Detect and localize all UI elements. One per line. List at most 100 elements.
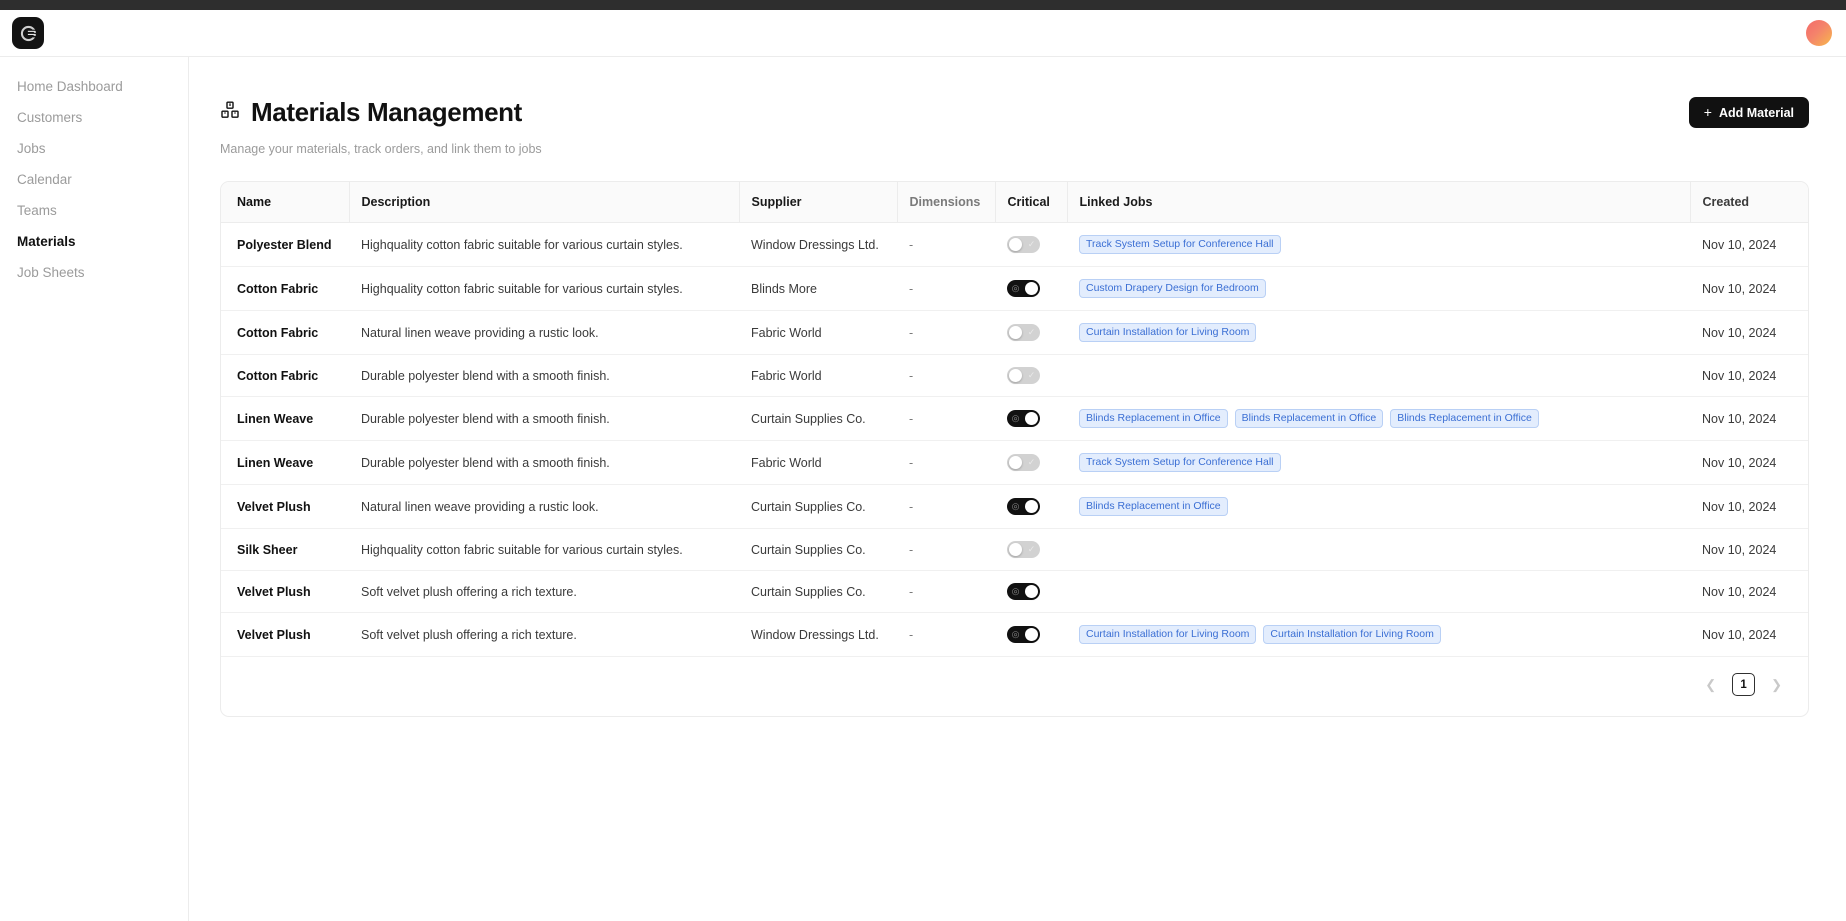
- chevron-left-icon[interactable]: ❮: [1701, 675, 1720, 695]
- cell-description: Highquality cotton fabric suitable for v…: [349, 222, 739, 267]
- cell-created: Nov 10, 2024: [1690, 354, 1808, 397]
- title-row: Materials Management: [220, 97, 542, 128]
- table-row[interactable]: Velvet Plush Soft velvet plush offering a…: [221, 612, 1808, 657]
- cell-critical: ✓: [995, 310, 1067, 355]
- column-header-name[interactable]: Name: [221, 182, 349, 223]
- linked-jobs-list: Curtain Installation for Living Room: [1079, 323, 1690, 342]
- linked-jobs-list: Track System Setup for Conference Hall: [1079, 453, 1690, 472]
- column-header-supplier[interactable]: Supplier: [738, 182, 897, 223]
- sidebar-item-jobs[interactable]: Jobs: [0, 133, 188, 164]
- linked-job-badge[interactable]: Curtain Installation for Living Room: [1079, 625, 1257, 644]
- column-header-dimensions[interactable]: Dimensions: [896, 182, 995, 223]
- toggle-knob: [1009, 456, 1022, 469]
- page-subtitle: Manage your materials, track orders, and…: [220, 142, 542, 156]
- chevron-right-icon[interactable]: ❯: [1767, 675, 1786, 695]
- toggle-on-icon: ◎: [1011, 413, 1020, 423]
- table-row[interactable]: Velvet Plush Natural linen weave providin…: [221, 484, 1808, 529]
- table-row[interactable]: Linen Weave Durable polyester blend with …: [221, 440, 1808, 485]
- table-row[interactable]: Silk Sheer Highquality cotton fabric suit…: [221, 528, 1808, 571]
- cell-dimensions: -: [897, 612, 995, 657]
- linked-jobs-list: Custom Drapery Design for Bedroom: [1079, 279, 1690, 298]
- critical-toggle[interactable]: ◎: [1007, 280, 1040, 297]
- cell-dimensions: -: [897, 266, 995, 311]
- linked-job-badge[interactable]: Blinds Replacement in Office: [1234, 409, 1384, 428]
- linked-job-badge[interactable]: Curtain Installation for Living Room: [1079, 323, 1257, 342]
- cell-supplier: Fabric World: [739, 354, 897, 397]
- cell-supplier: Fabric World: [739, 310, 897, 355]
- add-material-button[interactable]: + Add Material: [1688, 97, 1809, 128]
- top-bar: [0, 10, 1846, 56]
- column-header-linked-jobs[interactable]: Linked Jobs: [1066, 182, 1690, 223]
- cell-name: Cotton Fabric: [221, 266, 349, 311]
- linked-job-badge[interactable]: Custom Drapery Design for Bedroom: [1079, 279, 1266, 298]
- toggle-on-icon: ◎: [1011, 629, 1020, 639]
- user-avatar[interactable]: [1806, 20, 1832, 46]
- main-content: Materials Management Manage your materia…: [189, 57, 1846, 921]
- cell-name: Velvet Plush: [221, 612, 349, 657]
- linked-job-badge[interactable]: Blinds Replacement in Office: [1390, 409, 1539, 428]
- linked-job-badge[interactable]: Track System Setup for Conference Hall: [1079, 235, 1281, 254]
- materials-table: Name Description Supplier Dimensions Cri…: [221, 182, 1808, 657]
- critical-toggle[interactable]: ✓: [1007, 236, 1040, 253]
- table-row[interactable]: Cotton Fabric Durable polyester blend wit…: [221, 354, 1808, 397]
- linked-job-badge[interactable]: Blinds Replacement in Office: [1079, 409, 1228, 428]
- cell-created: Nov 10, 2024: [1690, 396, 1808, 441]
- linked-jobs-list: Track System Setup for Conference Hall: [1079, 235, 1690, 254]
- sidebar-item-teams[interactable]: Teams: [0, 195, 188, 226]
- boxes-icon: [220, 100, 240, 125]
- toggle-knob: [1009, 543, 1022, 556]
- toggle-knob: [1009, 369, 1022, 382]
- cell-supplier: Curtain Supplies Co.: [739, 570, 897, 613]
- cell-created: Nov 10, 2024: [1690, 612, 1808, 657]
- critical-toggle[interactable]: ✓: [1007, 367, 1040, 384]
- linked-job-badge[interactable]: Blinds Replacement in Office: [1079, 497, 1228, 516]
- cell-linked-jobs: Track System Setup for Conference Hall: [1067, 440, 1690, 485]
- critical-toggle[interactable]: ✓: [1007, 454, 1040, 471]
- critical-toggle[interactable]: ◎: [1007, 498, 1040, 515]
- column-header-description[interactable]: Description: [348, 182, 739, 223]
- cell-critical: ✓: [995, 440, 1067, 485]
- brand-logo-icon[interactable]: [12, 17, 44, 49]
- sidebar: Home Dashboard Customers Jobs Calendar T…: [0, 57, 189, 921]
- linked-job-badge[interactable]: Curtain Installation for Living Room: [1263, 625, 1441, 644]
- critical-toggle[interactable]: ◎: [1007, 626, 1040, 643]
- cell-name: Silk Sheer: [221, 528, 349, 571]
- cell-created: Nov 10, 2024: [1690, 222, 1808, 267]
- toggle-knob: [1009, 326, 1022, 339]
- column-header-critical[interactable]: Critical: [994, 182, 1067, 223]
- cell-linked-jobs: Custom Drapery Design for Bedroom: [1067, 266, 1690, 311]
- cell-supplier: Window Dressings Ltd.: [739, 222, 897, 267]
- sidebar-item-home-dashboard[interactable]: Home Dashboard: [0, 71, 188, 102]
- column-header-created[interactable]: Created: [1689, 182, 1808, 223]
- add-material-label: Add Material: [1718, 105, 1794, 120]
- critical-toggle[interactable]: ✓: [1007, 324, 1040, 341]
- cell-linked-jobs: Blinds Replacement in Office: [1067, 484, 1690, 529]
- table-body: Polyester Blend Highquality cotton fabric…: [221, 222, 1808, 657]
- linked-job-badge[interactable]: Track System Setup for Conference Hall: [1079, 453, 1281, 472]
- cell-supplier: Blinds More: [739, 266, 897, 311]
- critical-toggle[interactable]: ◎: [1007, 583, 1040, 600]
- sidebar-item-calendar[interactable]: Calendar: [0, 164, 188, 195]
- sidebar-item-job-sheets[interactable]: Job Sheets: [0, 257, 188, 288]
- pagination-page-1[interactable]: 1: [1732, 673, 1756, 696]
- table-header-row: Name Description Supplier Dimensions Cri…: [221, 182, 1808, 223]
- cell-dimensions: -: [897, 570, 995, 613]
- critical-toggle[interactable]: ✓: [1007, 541, 1040, 558]
- table-row[interactable]: Polyester Blend Highquality cotton fabric…: [221, 222, 1808, 267]
- cell-name: Velvet Plush: [221, 484, 349, 529]
- cell-supplier: Fabric World: [739, 440, 897, 485]
- linked-jobs-list: Curtain Installation for Living Room Curt…: [1079, 625, 1690, 644]
- table-row[interactable]: Cotton Fabric Natural linen weave providi…: [221, 310, 1808, 355]
- materials-table-card: Name Description Supplier Dimensions Cri…: [220, 181, 1809, 717]
- critical-toggle[interactable]: ◎: [1007, 410, 1040, 427]
- sidebar-item-customers[interactable]: Customers: [0, 102, 188, 133]
- cell-critical: ◎: [995, 484, 1067, 529]
- sidebar-item-materials[interactable]: Materials: [0, 226, 188, 257]
- table-row[interactable]: Velvet Plush Soft velvet plush offering a…: [221, 570, 1808, 613]
- table-row[interactable]: Linen Weave Durable polyester blend with …: [221, 396, 1808, 441]
- toggle-knob: [1025, 412, 1038, 425]
- toggle-check-icon: ✓: [1027, 239, 1036, 249]
- table-row[interactable]: Cotton Fabric Highquality cotton fabric s…: [221, 266, 1808, 311]
- cell-linked-jobs: Track System Setup for Conference Hall: [1067, 222, 1690, 267]
- cell-description: Soft velvet plush offering a rich textur…: [349, 570, 739, 613]
